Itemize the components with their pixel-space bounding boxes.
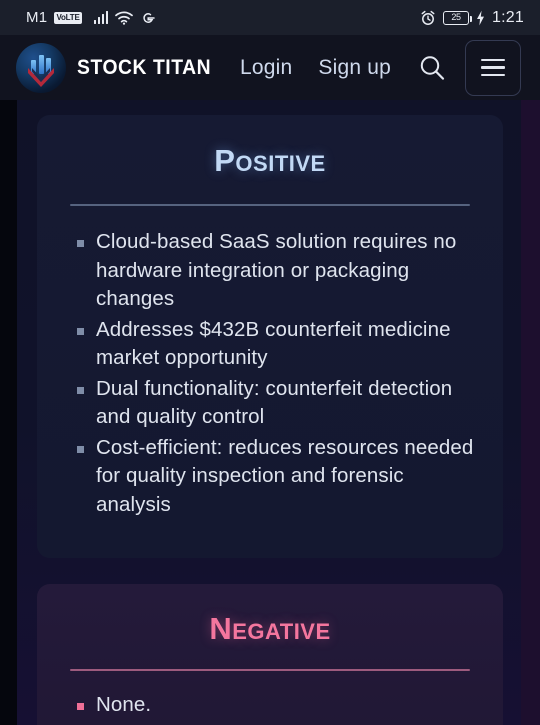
brand-title[interactable]: STOCK TITAN	[77, 56, 211, 80]
app-header: STOCK TITAN Login Sign up	[0, 35, 540, 100]
search-icon[interactable]	[417, 53, 447, 83]
positive-card-title: Positive	[214, 143, 326, 178]
list-item: Cloud-based SaaS solution requires no ha…	[69, 228, 476, 314]
status-bar-left: M1 VoLTE	[26, 9, 156, 26]
positive-bullet-list: Cloud-based SaaS solution requires no ha…	[69, 228, 476, 519]
list-item: None.	[69, 691, 476, 720]
status-bar-right: 25 1:21	[420, 9, 524, 27]
volte-badge: VoLTE	[54, 11, 82, 24]
google-g-icon	[140, 10, 156, 26]
carrier-label: M1	[26, 9, 48, 26]
list-item: Addresses $432B counterfeit medicine mar…	[69, 316, 476, 373]
page-left-gutter	[0, 35, 17, 725]
battery-indicator: 25	[443, 10, 473, 25]
battery-percent-label: 25	[451, 12, 461, 22]
page-right-gutter	[521, 35, 540, 725]
positive-card-divider	[70, 204, 470, 206]
negative-card: Negative None.	[37, 584, 503, 725]
signal-bars-icon	[93, 11, 109, 24]
wifi-icon	[115, 11, 133, 25]
positive-card: Positive Cloud-based SaaS solution requi…	[37, 115, 503, 558]
header-nav: Login Sign up	[240, 39, 540, 96]
login-link[interactable]: Login	[240, 56, 292, 80]
status-bar-clock: 1:21	[492, 8, 524, 26]
logo-chevron	[26, 67, 56, 92]
list-item: Cost-efficient: reduces resources needed…	[69, 434, 476, 520]
charging-bolt-icon	[476, 10, 485, 26]
alarm-clock-icon	[420, 10, 436, 26]
phone-screen: M1 VoLTE 25 1:21 STOCK TITAN Login Sign …	[0, 0, 540, 725]
negative-card-title: Negative	[209, 611, 331, 646]
stock-titan-logo-icon[interactable]	[16, 42, 66, 93]
list-item: Dual functionality: counterfeit detectio…	[69, 375, 476, 432]
signup-link[interactable]: Sign up	[318, 56, 391, 80]
status-bar: M1 VoLTE 25 1:21	[0, 0, 540, 35]
negative-card-divider	[70, 669, 470, 671]
hamburger-menu-icon[interactable]	[465, 39, 521, 96]
negative-bullet-list: None.	[69, 691, 476, 720]
